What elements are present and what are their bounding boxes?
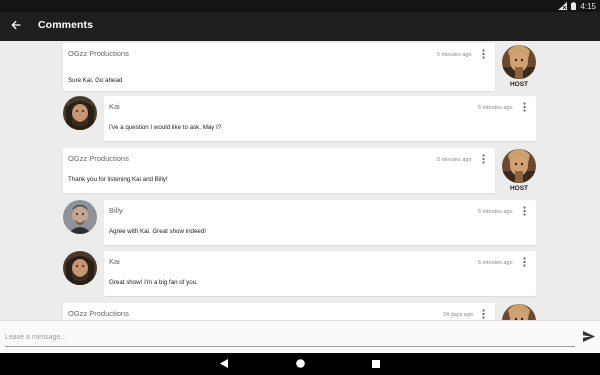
comment-item: Kai 5 minutes ago I've a question I woul…	[0, 95, 600, 143]
comment-item: OGzz Productions 24 days ago	[0, 302, 600, 320]
more-options-button[interactable]	[519, 102, 529, 114]
battery-icon	[571, 2, 577, 10]
more-vert-icon	[481, 306, 485, 320]
comment-time: 5 minutes ago	[478, 260, 513, 266]
comment-message: Thank you for listening Kai and Billy!	[68, 176, 168, 183]
comment-time: 5 minutes ago	[478, 209, 513, 215]
avatar[interactable]	[502, 304, 536, 320]
comment-card: Kai 5 minutes ago Great show! I'm a big …	[104, 251, 536, 296]
nav-home-button[interactable]	[294, 358, 306, 370]
comment-message: Agree with Kai. Great show indeed!	[109, 228, 206, 235]
comment-time: 5 minutes ago	[437, 52, 472, 58]
back-button[interactable]	[8, 18, 24, 34]
comment-item: OGzz Productions 5 minutes ago Sure Kai.…	[0, 41, 600, 93]
more-options-button[interactable]	[519, 257, 529, 269]
more-vert-icon	[522, 254, 526, 272]
comment-message: Great show! I'm a big fan of you.	[109, 279, 198, 286]
comment-card: OGzz Productions 24 days ago	[63, 303, 495, 320]
send-button[interactable]	[582, 331, 596, 345]
comment-author: Billy	[109, 206, 123, 215]
more-options-button[interactable]	[478, 154, 488, 166]
comment-message: I've a question I would like to ask. May…	[109, 124, 222, 131]
more-options-button[interactable]	[478, 49, 488, 61]
status-icons: 4:15	[558, 0, 596, 12]
avatar[interactable]	[63, 200, 97, 234]
navigation-bar	[0, 353, 600, 375]
comment-item: Kai 5 minutes ago Great show! I'm a big …	[0, 251, 600, 299]
comment-item: Billy 5 minutes ago Agree with Kai. Grea…	[0, 200, 600, 248]
status-bar: 4:15	[0, 0, 600, 12]
comment-author: OGzz Productions	[68, 154, 129, 163]
comments-list[interactable]: OGzz Productions 5 minutes ago Sure Kai.…	[0, 41, 600, 320]
host-badge: HOST	[509, 81, 529, 88]
comment-time: 24 days ago	[443, 312, 473, 318]
comment-card: OGzz Productions 5 minutes ago Sure Kai.…	[63, 43, 495, 91]
comment-time: 5 minutes ago	[478, 105, 513, 111]
more-vert-icon	[481, 151, 485, 169]
comment-time: 5 minutes ago	[437, 157, 472, 163]
comment-author: OGzz Productions	[68, 309, 129, 318]
page-title: Comments	[38, 19, 94, 31]
message-composer	[0, 320, 600, 353]
send-icon	[583, 329, 595, 347]
message-input[interactable]	[5, 329, 575, 347]
more-vert-icon	[522, 203, 526, 221]
comment-card: Billy 5 minutes ago Agree with Kai. Grea…	[104, 200, 536, 245]
comment-author: Kai	[109, 102, 120, 111]
avatar[interactable]	[63, 251, 97, 285]
more-vert-icon	[522, 99, 526, 117]
nav-recents-icon	[372, 355, 380, 373]
host-badge: HOST	[509, 185, 529, 192]
avatar[interactable]	[502, 45, 536, 79]
nav-back-icon	[220, 355, 228, 373]
avatar[interactable]	[63, 96, 97, 130]
avatar[interactable]	[502, 149, 536, 183]
comment-author: Kai	[109, 257, 120, 266]
nav-recents-button[interactable]	[370, 358, 382, 370]
more-options-button[interactable]	[478, 309, 488, 320]
nav-home-icon	[295, 355, 305, 373]
more-vert-icon	[481, 46, 485, 64]
app-bar: Comments	[0, 12, 600, 41]
nav-back-button[interactable]	[218, 358, 230, 370]
arrow-left-icon	[11, 17, 21, 35]
status-time: 4:15	[580, 1, 596, 11]
comment-card: OGzz Productions 5 minutes ago Thank you…	[63, 148, 495, 193]
comment-card: Kai 5 minutes ago I've a question I woul…	[104, 96, 536, 141]
comment-author: OGzz Productions	[68, 49, 129, 58]
no-sim-icon	[558, 2, 568, 10]
comment-message: Sure Kai. Go ahead	[68, 77, 123, 84]
comment-item: OGzz Productions 5 minutes ago Thank you…	[0, 146, 600, 198]
more-options-button[interactable]	[519, 206, 529, 218]
